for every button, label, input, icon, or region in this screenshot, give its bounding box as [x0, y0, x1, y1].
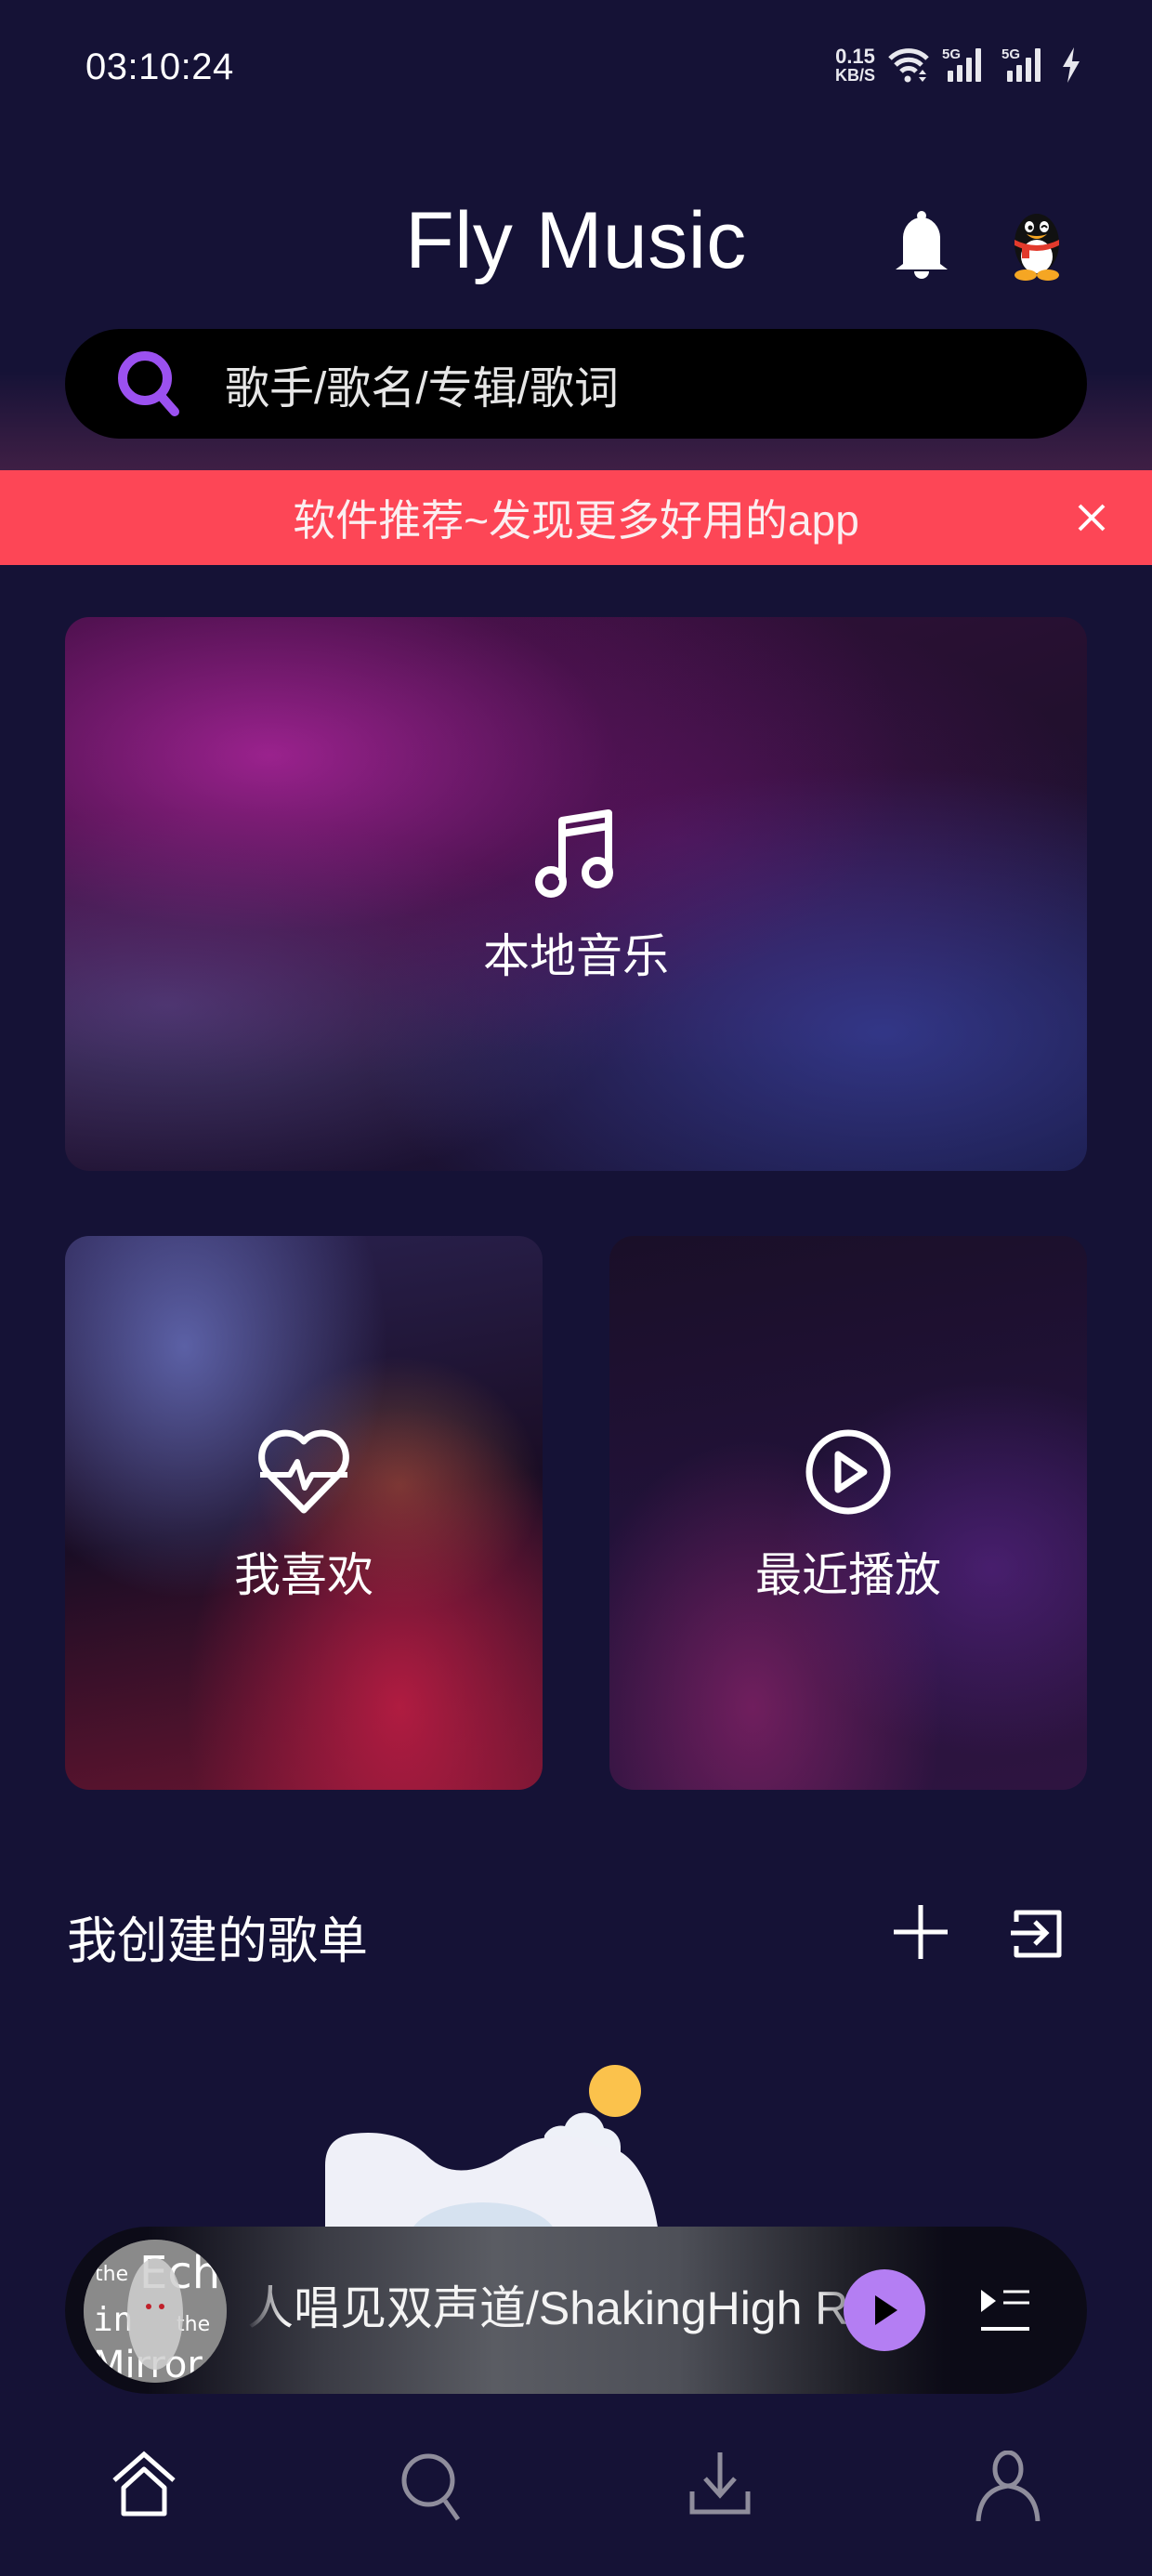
album-art[interactable]: the Echo in the Mirror [84, 2240, 227, 2383]
signal-5g-icon: 5G [942, 46, 988, 82]
search-icon [118, 351, 179, 416]
status-time: 03:10:24 [85, 46, 234, 87]
search-icon [401, 2453, 461, 2521]
play-icon [875, 2295, 897, 2325]
signal-5g-icon: 5G [1001, 46, 1048, 82]
now-playing-title[interactable]: 人唱见双声道/ShakingHigh R [247, 2271, 879, 2338]
charging-icon [1063, 47, 1080, 83]
home-icon [112, 2451, 176, 2517]
play-circle-icon [805, 1429, 891, 1515]
promo-banner[interactable]: 软件推荐~发现更多好用的app [0, 470, 1152, 565]
nav-download[interactable] [678, 2444, 762, 2528]
close-icon[interactable] [1070, 496, 1113, 539]
network-speed: 0.15 KB/S [834, 45, 875, 85]
recently-played-card[interactable]: 最近播放 [609, 1236, 1087, 1790]
music-note-icon [535, 809, 613, 898]
bell-icon[interactable] [892, 210, 951, 281]
svg-text:in: in [93, 2301, 133, 2339]
search-bar[interactable]: 歌手/歌名/专辑/歌词 [65, 329, 1087, 439]
mini-player[interactable]: the Echo in the Mirror 人唱见双声道/ShakingHig… [65, 2227, 1087, 2394]
app-title: Fly Music [405, 196, 747, 285]
nav-search[interactable] [390, 2444, 474, 2528]
playlist-icon[interactable] [975, 2280, 1035, 2340]
user-icon [975, 2451, 1041, 2521]
import-icon[interactable] [1009, 1905, 1065, 1961]
nav-profile[interactable] [966, 2444, 1050, 2528]
bottom-nav [0, 2435, 1152, 2537]
nav-home[interactable] [102, 2444, 186, 2528]
avatar[interactable] [1007, 210, 1067, 283]
wifi-icon [888, 48, 929, 83]
status-bar: 03:10:24 0.15 KB/S 5G 5G [0, 0, 1152, 139]
my-playlists-title: 我创建的歌单 [67, 1913, 368, 1969]
play-button[interactable] [844, 2269, 925, 2351]
heart-pulse-icon [258, 1429, 349, 1514]
download-icon [689, 2452, 751, 2515]
svg-text:the: the [95, 2263, 128, 2286]
status-icons: 0.15 KB/S 5G 5G [835, 46, 1081, 84]
plus-icon[interactable] [892, 1903, 949, 1961]
card-label: 我喜欢 [234, 1549, 373, 1601]
promo-text[interactable]: 软件推荐~发现更多好用的app [293, 487, 859, 548]
card-label: 本地音乐 [483, 930, 669, 982]
search-input[interactable]: 歌手/歌名/专辑/歌词 [225, 351, 619, 416]
empty-state-illustration [325, 2065, 660, 2240]
local-music-card[interactable]: 本地音乐 [65, 617, 1087, 1171]
card-label: 最近播放 [755, 1549, 941, 1601]
liked-songs-card[interactable]: 我喜欢 [65, 1236, 543, 1790]
